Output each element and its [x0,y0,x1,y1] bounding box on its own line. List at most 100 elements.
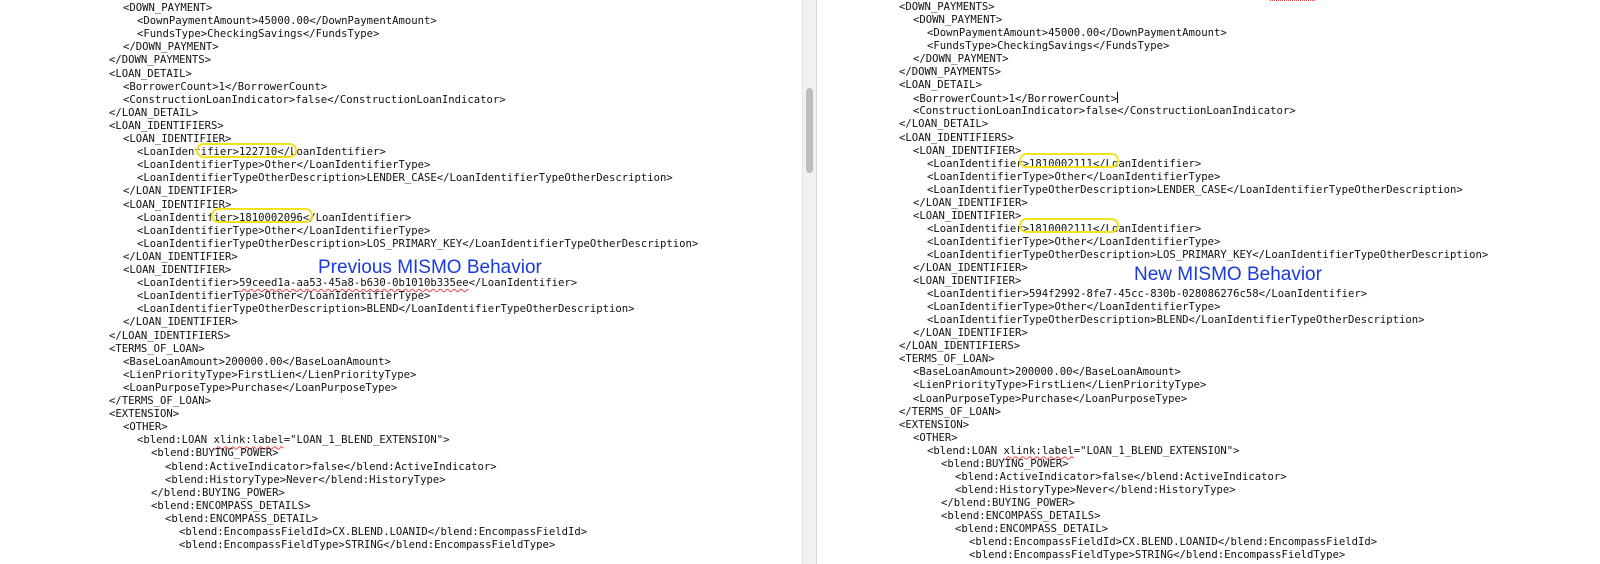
code-line: <blend:EncompassFieldId>CX.BLEND.LOANID<… [969,536,1377,549]
code-text: <BaseLoanAmount>200000.00</BaseLoanAmoun… [913,366,1181,379]
code-line: <LienPriorityType>FirstLien</LienPriorit… [123,369,416,382]
code-text: </LOAN_IDENTIFIER> [913,196,1028,209]
code-text: <DOWN_PAYMENT> [123,2,213,14]
code-text: </LOAN_IDENTIFIER> [123,316,238,329]
code-text: </LOAN_IDENTIFIER> [913,327,1028,340]
code-line: <LoanIdentifierType>Other</LoanIdentifie… [137,290,430,303]
code-text: <EXTENSION> [109,408,180,421]
code-line: <blend:ActiveIndicator>false</blend:Acti… [955,471,1287,484]
code-text: <LOAN_IDENTIFIER> [913,209,1022,222]
code-text: <LoanIdentifierType>Other</LoanIdentifie… [137,290,431,303]
red-dotted-underline [1270,0,1315,1]
code-text: <LoanIdentifierTypeOtherDescription>BLEN… [927,314,1425,327]
code-text: <TERMS_OF_LOAN> [899,353,995,366]
code-text: <LoanIdentifierTypeOtherDescription>LEND… [927,183,1463,196]
code-text: <DownPaymentAmount>45000.00</DownPayment… [927,27,1227,40]
code-line: <blend:ENCOMPASS_DETAILS> [151,500,310,513]
code-text: <blend:HistoryType>Never</blend:HistoryT… [955,483,1236,496]
code-text: <DownPaymentAmount>45000.00</DownPayment… [137,15,437,28]
code-text: <blend:BUYING_POWER> [941,457,1069,470]
code-line: <LOAN_IDENTIFIER> [913,210,1021,223]
code-line: <blend:EncompassFieldType>STRING</blend:… [969,549,1345,562]
code-line: <FundsType>CheckingSavings</FundsType> [927,40,1169,53]
code-text: <ConstructionLoanIndicator>false</Constr… [913,105,1296,118]
code-text: <OTHER> [913,431,958,444]
code-line: <BorrowerCount>1</BorrowerCount> [123,81,327,94]
code-line: </TERMS_OF_LOAN> [109,395,211,408]
code-line: <ConstructionLoanIndicator>false</Constr… [913,105,1296,118]
code-line: <LOAN_IDENTIFIER> [123,264,231,277]
code-line: </TERMS_OF_LOAN> [899,406,1001,419]
code-text: <LoanIdentifierType>Other</LoanIdentifie… [137,224,431,237]
code-line: <DOWN_PAYMENT> [913,14,1002,27]
code-text: </blend:BUYING_POWER> [151,486,285,499]
code-text: </DOWN_PAYMENTS> [899,66,1002,79]
code-line: <DOWN_PAYMENT> [123,2,212,15]
scrollbar-thumb[interactable] [806,88,813,173]
code-line: <LoanIdentifierTypeOtherDescription>BLEN… [137,303,634,316]
code-text: <LOAN_IDENTIFIER> [913,275,1022,288]
text-cursor [1117,92,1119,104]
code-line: <blend:ActiveIndicator>false</blend:Acti… [165,461,497,474]
code-text: <LienPriorityType>FirstLien</LienPriorit… [913,379,1207,392]
code-line: </DOWN_PAYMENTS> [109,54,211,67]
code-line: <DOWN_PAYMENTS> [899,1,995,14]
code-line: <blend:ENCOMPASS_DETAIL> [955,523,1108,536]
code-text: <LoanIdentifier> [137,277,240,290]
code-text: </TERMS_OF_LOAN> [109,395,212,407]
code-line: <EXTENSION> [109,408,179,421]
left-xml-editor-pane[interactable]: <DOWN_PAYMENT> <DownPaymentAmount>45000.0… [0,0,802,564]
code-text: <LOAN_IDENTIFIERS> [899,131,1014,144]
code-text: <blend:LOAN [137,434,214,447]
code-text: <blend:ENCOMPASS_DETAILS> [151,499,311,512]
code-text: <TERMS_OF_LOAN> [109,342,205,355]
code-text: </LOAN_IDENTIFIER> [123,250,238,263]
code-line: </LOAN_DETAIL> [109,107,198,120]
code-text: </DOWN_PAYMENT> [913,53,1009,66]
code-text: <LoanIdentifierTypeOtherDescription>LEND… [137,172,673,185]
code-text: <LoanIdentifierTypeOtherDescription>LOS_… [137,237,699,250]
right-xml-editor-pane[interactable]: <DOWN_PAYMENTS> <DOWN_PAYMENT> <DownPaymen… [816,0,1600,564]
spellcheck-flagged-text: xlink:label [213,434,284,447]
code-line: <blend:LOAN xlink:label="LOAN_1_BLEND_EX… [137,434,450,447]
code-text: <blend:LOAN [927,444,1004,457]
left-highlight-loan-identifier-2 [211,208,313,223]
code-text: </DOWN_PAYMENTS> [109,54,212,67]
code-line: </LOAN_IDENTIFIER> [913,262,1028,275]
code-line: <LoanIdentifierTypeOtherDescription>LEND… [927,184,1463,197]
code-text: ="LOAN_1_BLEND_EXTENSION"> [1073,444,1240,457]
code-text: <LoanIdentifierType>Other</LoanIdentifie… [137,159,431,172]
code-text: <LOAN_IDENTIFIERS> [109,119,224,132]
code-text: <LienPriorityType>FirstLien</LienPriorit… [123,368,417,381]
code-text: </blend:BUYING_POWER> [941,496,1075,509]
code-text: <blend:EncompassFieldId>CX.BLEND.LOANID<… [969,536,1378,549]
code-text: </LOAN_IDENTIFIERS> [109,329,231,342]
code-text: <blend:ENCOMPASS_DETAIL> [165,512,319,525]
code-text: </LOAN_DETAIL> [109,106,199,119]
code-text: <blend:ActiveIndicator>false</blend:Acti… [955,470,1287,483]
code-line: <LOAN_IDENTIFIER> [913,145,1021,158]
code-line: </LOAN_IDENTIFIER> [123,185,238,198]
code-line: <LOAN_DETAIL> [899,79,982,92]
code-text: <FundsType>CheckingSavings</FundsType> [137,28,380,41]
code-line: <ConstructionLoanIndicator>false</Constr… [123,94,506,107]
code-line: </LOAN_IDENTIFIERS> [109,330,230,343]
code-line: <LoanIdentifier>594f2992-8fe7-45cc-830b-… [927,288,1367,301]
right-caption: New MISMO Behavior [1134,264,1322,285]
vertical-scrollbar[interactable] [802,0,816,564]
code-text: </LOAN_DETAIL> [899,118,989,131]
code-line: <LoanIdentifierType>Other</LoanIdentifie… [137,159,430,172]
code-text: <blend:EncompassFieldId>CX.BLEND.LOANID<… [179,526,588,538]
code-text: </LOAN_IDENTIFIERS> [899,340,1021,353]
code-line: <LoanIdentifierTypeOtherDescription>LOS_… [927,249,1488,262]
code-line: <LoanIdentifierType>Other</LoanIdentifie… [927,236,1220,249]
code-text: <blend:ENCOMPASS_DETAIL> [955,523,1109,535]
code-line: <DownPaymentAmount>45000.00</DownPayment… [927,27,1227,40]
code-line: </DOWN_PAYMENT> [123,41,219,54]
code-line: <LoanIdentifierType>Other</LoanIdentifie… [927,301,1220,314]
code-text: <LOAN_IDENTIFIER> [123,264,232,276]
code-text: <blend:EncompassFieldType>STRING</blend:… [969,549,1346,562]
code-text: <blend:EncompassFieldType>STRING</blend:… [179,539,556,552]
code-line: </blend:BUYING_POWER> [941,497,1075,510]
code-line: <LoanIdentifierTypeOtherDescription>BLEN… [927,314,1424,327]
